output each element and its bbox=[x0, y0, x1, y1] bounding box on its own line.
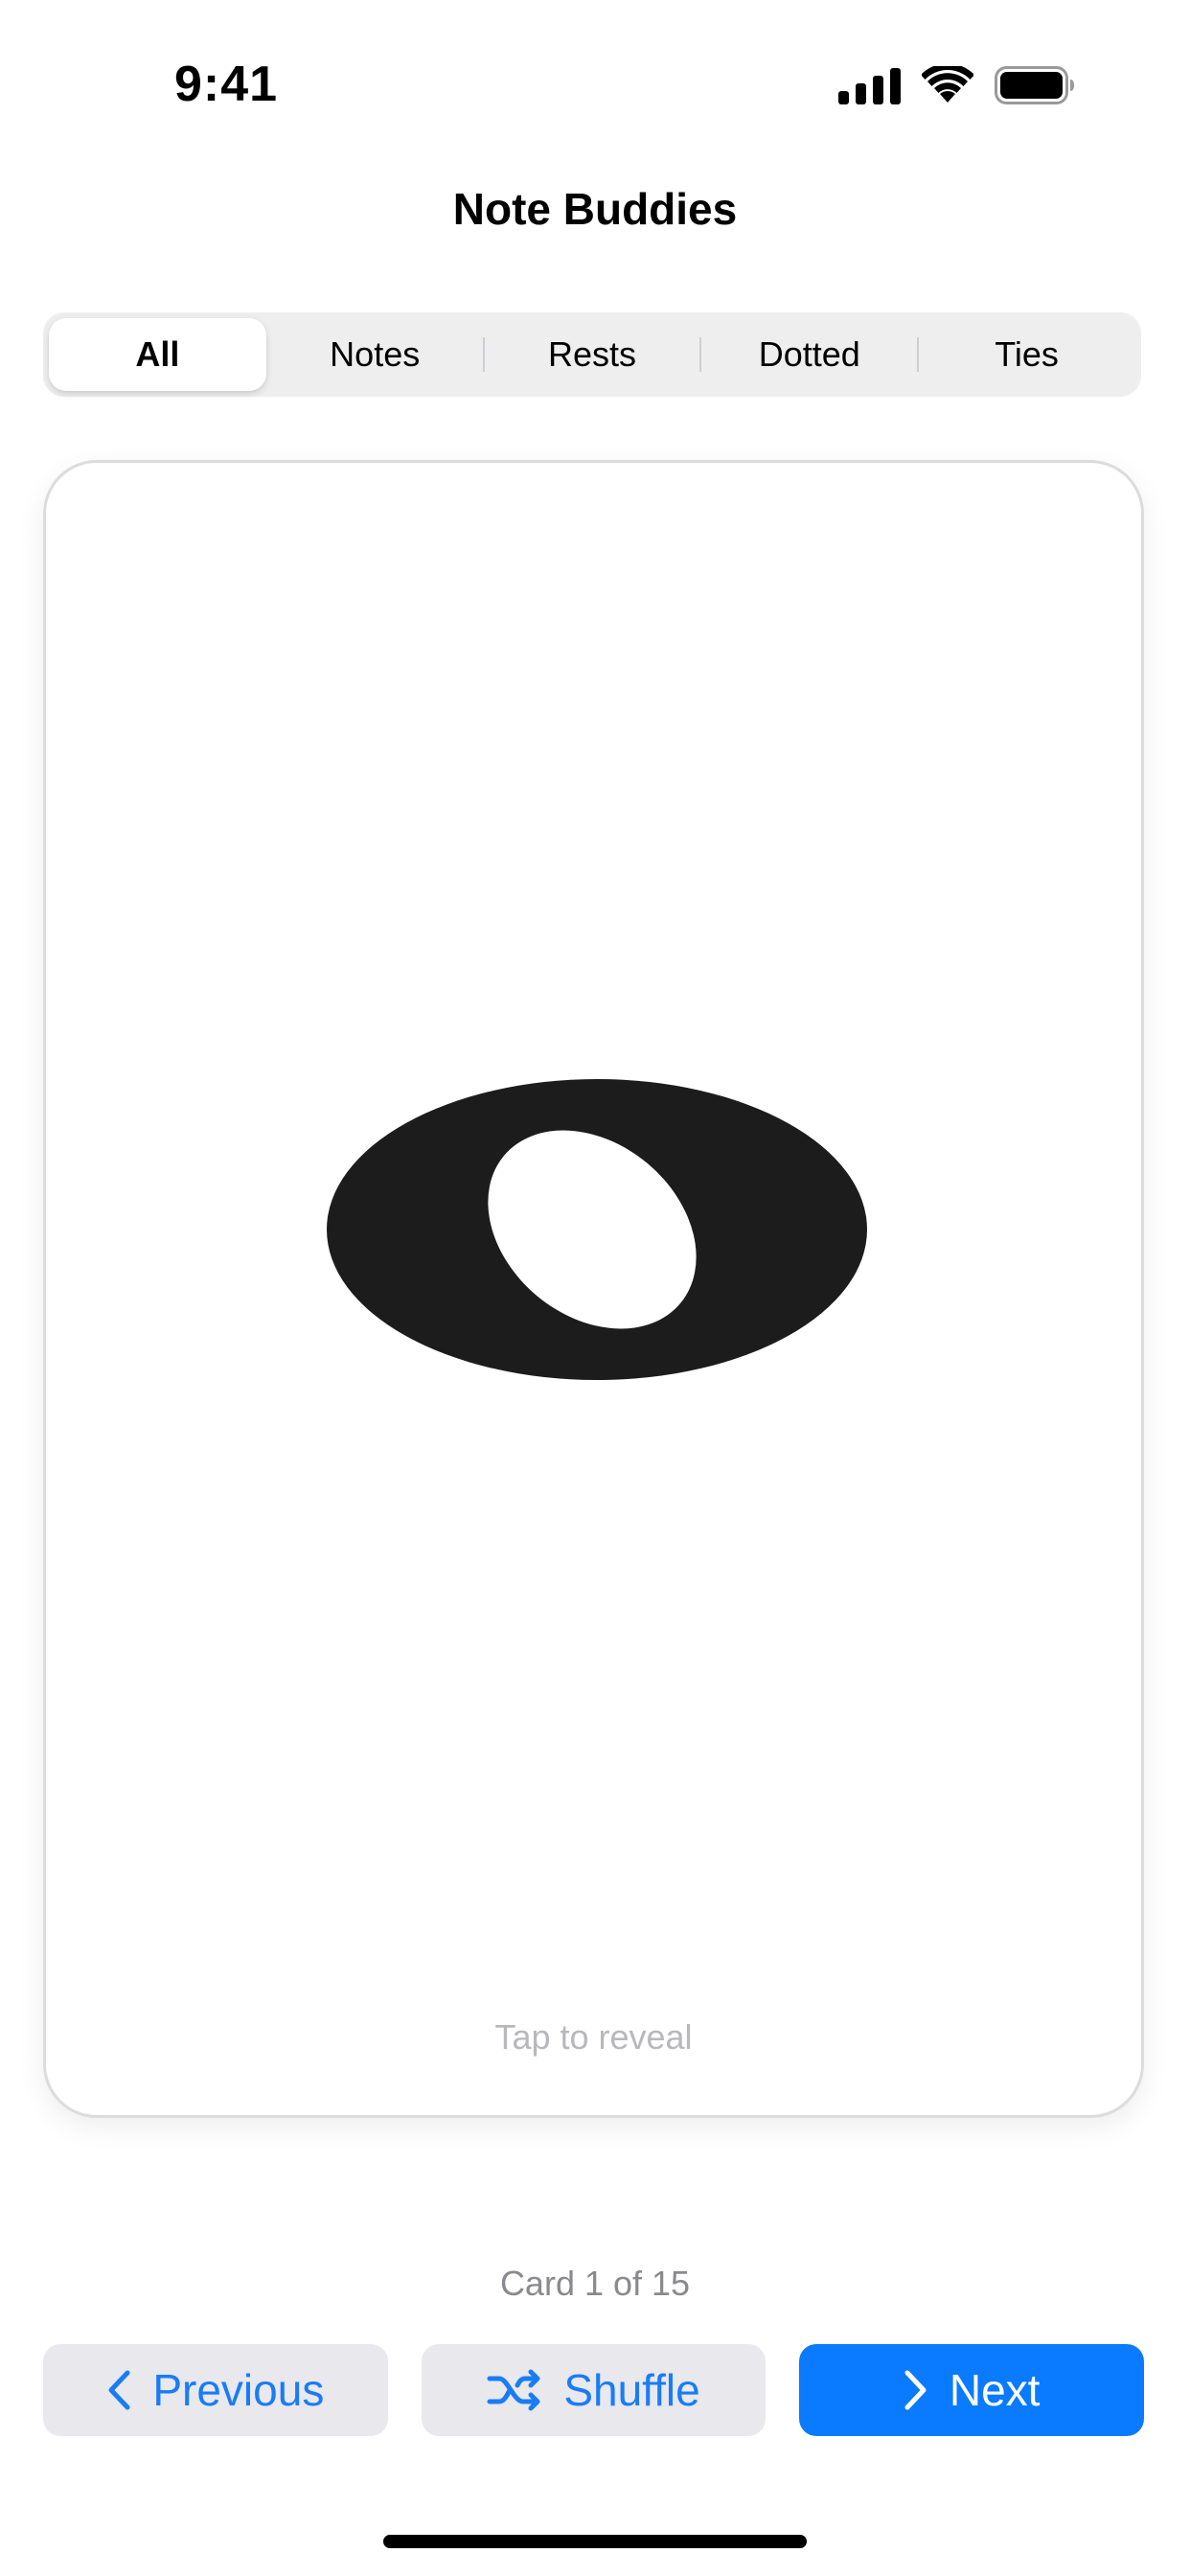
card-counter: Card 1 of 15 bbox=[499, 2264, 691, 2303]
flashcard-screen: 9:41 Note Buddies All Notes Rests Dotted… bbox=[0, 0, 1190, 2576]
filter-segmented-control: All Notes Rests Dotted Ties bbox=[43, 312, 1141, 397]
whole-note-icon bbox=[324, 1076, 870, 1383]
next-button-label: Next bbox=[949, 2365, 1041, 2415]
filter-tab-label: Notes bbox=[330, 334, 421, 374]
flashcard[interactable]: Tap to reveal bbox=[43, 460, 1144, 2118]
tap-to-reveal-hint: Tap to reveal bbox=[494, 2017, 693, 2057]
filter-tab-label: Rests bbox=[547, 334, 636, 374]
battery-icon bbox=[995, 66, 1075, 104]
segment-divider bbox=[482, 337, 485, 372]
segment-divider bbox=[699, 337, 702, 372]
shuffle-icon bbox=[487, 2369, 542, 2411]
cellular-signal-icon bbox=[838, 66, 901, 104]
wifi-icon bbox=[922, 66, 973, 104]
shuffle-button-label: Shuffle bbox=[563, 2365, 700, 2415]
shuffle-button[interactable]: Shuffle bbox=[421, 2344, 767, 2436]
filter-tab-ties[interactable]: Ties bbox=[917, 318, 1135, 391]
filter-tab-rests[interactable]: Rests bbox=[482, 318, 701, 391]
page-title: Note Buddies bbox=[452, 184, 738, 234]
chevron-right-icon bbox=[904, 2369, 928, 2411]
previous-button[interactable]: Previous bbox=[43, 2344, 388, 2436]
chevron-left-icon bbox=[106, 2369, 131, 2411]
filter-tab-label: Ties bbox=[995, 334, 1059, 374]
status-bar: 9:41 bbox=[0, 0, 1190, 144]
card-controls: Previous Shuffle Next bbox=[43, 2344, 1145, 2436]
filter-tab-notes[interactable]: Notes bbox=[266, 318, 484, 391]
filter-tab-label: All bbox=[135, 334, 180, 374]
filter-tab-dotted[interactable]: Dotted bbox=[699, 318, 918, 391]
next-button[interactable]: Next bbox=[799, 2344, 1145, 2436]
filter-tab-all[interactable]: All bbox=[49, 318, 266, 391]
home-indicator[interactable] bbox=[383, 2535, 807, 2548]
filter-tab-label: Dotted bbox=[758, 334, 860, 374]
previous-button-label: Previous bbox=[152, 2365, 325, 2415]
status-time: 9:41 bbox=[174, 57, 279, 112]
segment-divider bbox=[917, 337, 920, 372]
status-icons bbox=[838, 61, 1075, 109]
